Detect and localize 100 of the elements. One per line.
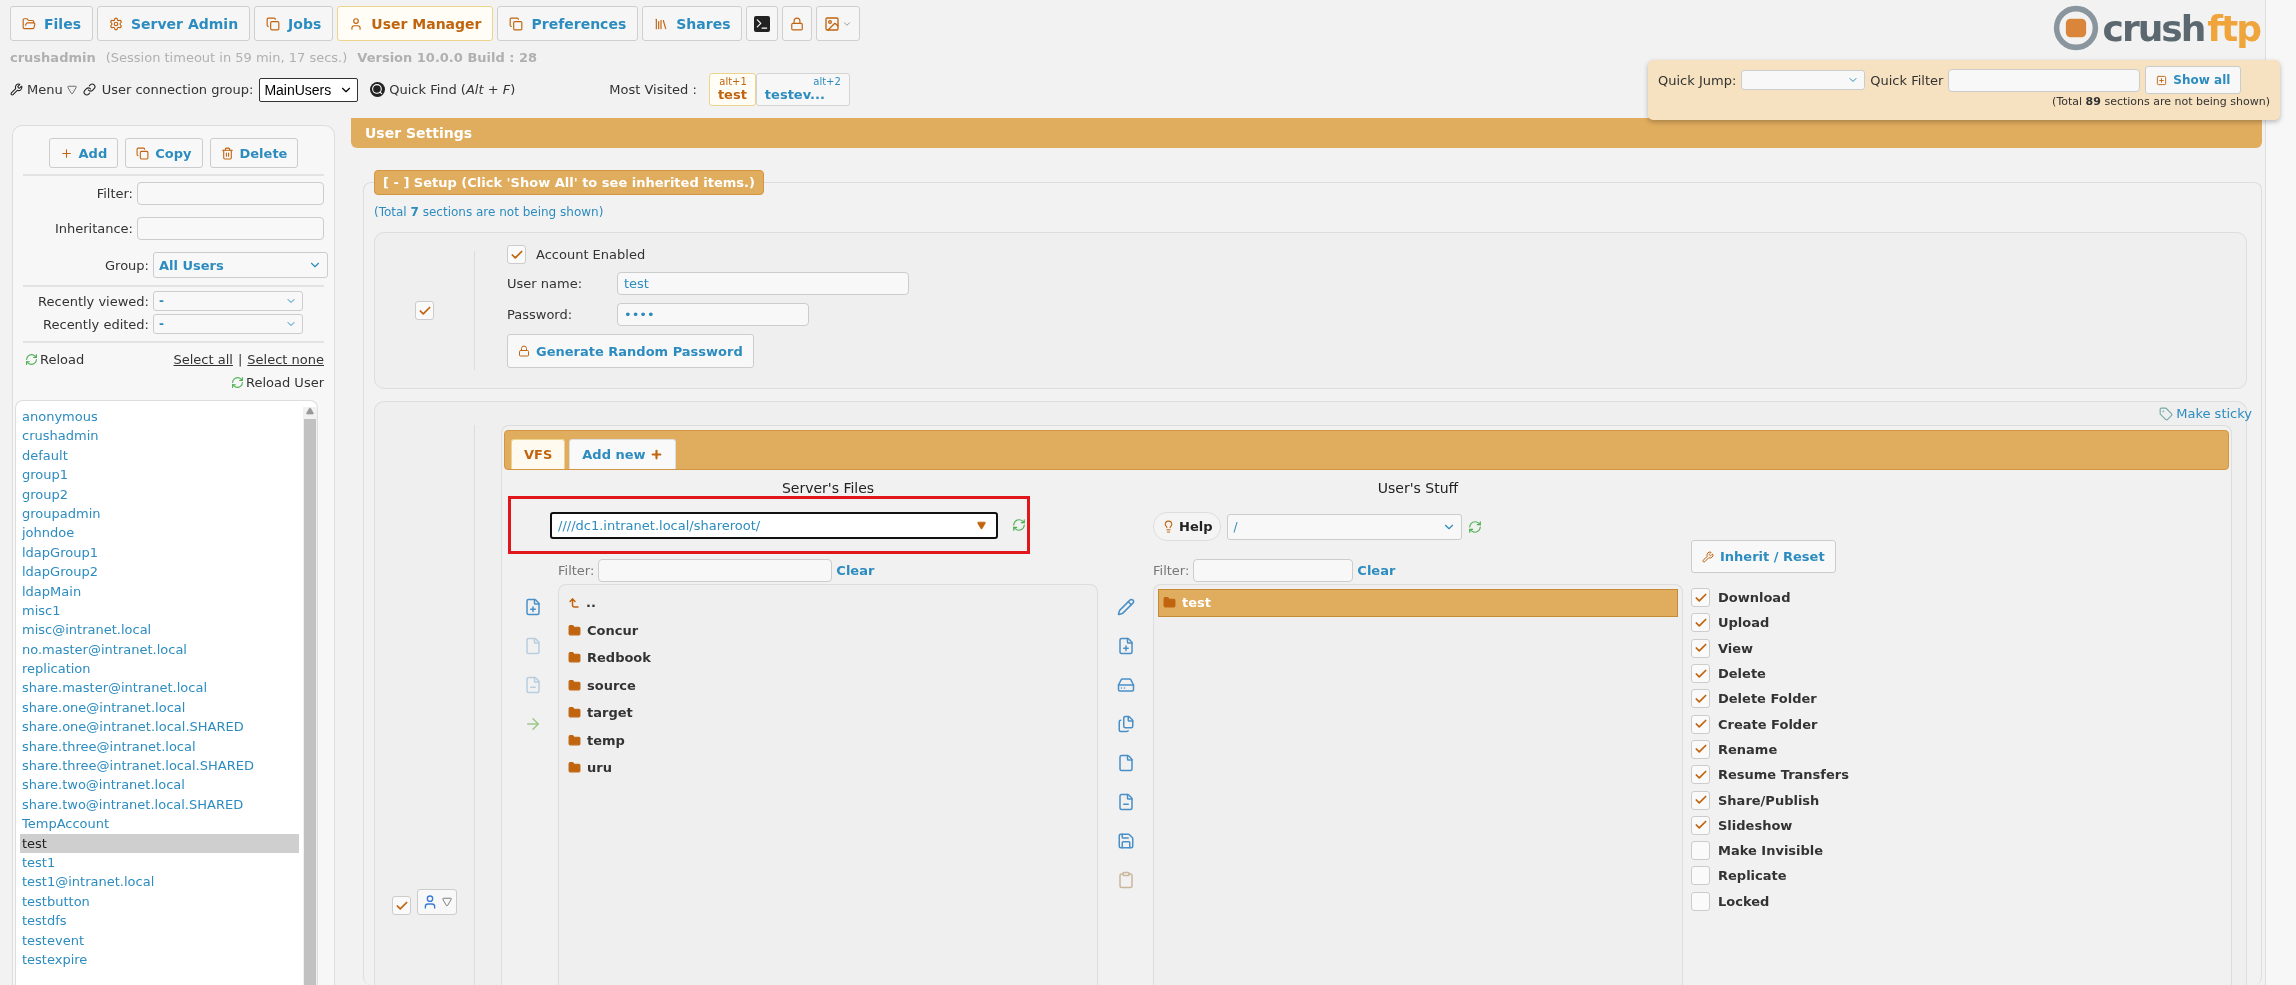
file-add-icon[interactable] (1116, 637, 1135, 655)
vfs-tab[interactable]: VFS (511, 439, 566, 469)
scrollbar-thumb[interactable] (304, 419, 316, 985)
nav-tab[interactable]: User Manager (337, 6, 494, 41)
permission-checkbox[interactable] (1691, 714, 1710, 734)
file-list-item[interactable]: Concur (563, 616, 1093, 644)
permission-checkbox[interactable] (1691, 739, 1710, 759)
clear-link[interactable]: Clear (1357, 562, 1396, 578)
quick-find-button[interactable]: Quick Find (Alt + F) (370, 82, 516, 97)
file-list-item[interactable]: Redbook (563, 644, 1093, 672)
user-list-item[interactable]: share.three@intranet.local.SHARED (20, 756, 299, 776)
section-checkbox[interactable] (415, 301, 434, 320)
select-none-link[interactable]: Select none (247, 352, 324, 367)
nav-tab[interactable]: Preferences (497, 6, 639, 41)
clipboard-icon[interactable] (1116, 871, 1135, 889)
setup-legend[interactable]: [ - ] Setup (Click 'Show All' to see inherited items.) (374, 170, 764, 195)
nav-tab[interactable]: Jobs (254, 6, 334, 41)
user-list-item[interactable]: group1 (20, 465, 299, 485)
permission-checkbox[interactable] (1691, 790, 1710, 810)
make-sticky-link[interactable]: Make sticky (2159, 406, 2252, 421)
file-list-item[interactable]: target (563, 699, 1093, 727)
user-list-item[interactable]: test1 (20, 853, 299, 873)
permission-checkbox[interactable] (1691, 613, 1710, 633)
file-list-item[interactable]: .. (563, 589, 1093, 617)
user-list-item[interactable]: share.two@intranet.local (20, 775, 299, 795)
permission-checkbox[interactable] (1691, 891, 1710, 911)
show-all-button[interactable]: Show all (2145, 66, 2242, 94)
user-list-item[interactable]: ldapGroup2 (20, 562, 299, 582)
user-list-item[interactable]: default (20, 445, 299, 466)
permission-checkbox[interactable] (1691, 638, 1710, 658)
recently-edited-select[interactable]: - (153, 314, 303, 334)
user-list-item[interactable]: testevent (20, 930, 299, 950)
user-list-item[interactable]: ldapMain (20, 581, 299, 601)
user-list-item[interactable]: group2 (20, 484, 299, 504)
user-list-item[interactable]: no.master@intranet.local (20, 639, 299, 660)
permission-checkbox[interactable] (1691, 841, 1710, 861)
recently-viewed-select[interactable]: - (153, 291, 303, 311)
clear-link[interactable]: Clear (836, 562, 875, 578)
nav-tab[interactable]: Files (10, 6, 93, 41)
file-icon[interactable] (1116, 754, 1135, 772)
most-visited-item[interactable]: alt+1 test (708, 73, 756, 106)
help-button[interactable]: Help (1153, 512, 1222, 541)
user-list-item[interactable]: crushadmin (20, 426, 299, 446)
file-remove-icon[interactable] (1116, 793, 1135, 811)
files-icon[interactable] (1116, 715, 1135, 733)
file-add-icon[interactable] (524, 598, 542, 616)
sidebar-button[interactable]: Delete (209, 138, 299, 168)
server-path-select[interactable]: ////dc1.intranet.local/shareroot/ (550, 511, 998, 539)
image-menu-button[interactable] (816, 6, 861, 41)
vfs-tab[interactable]: Add new (569, 439, 676, 469)
most-visited-item[interactable]: alt+2 testev... (755, 73, 850, 106)
permission-checkbox[interactable] (1691, 689, 1710, 709)
permission-checkbox[interactable] (1691, 866, 1710, 886)
permission-checkbox[interactable] (1691, 815, 1710, 835)
reload-button[interactable]: Reload (25, 352, 85, 367)
user-list-item[interactable]: groupadmin (20, 503, 299, 524)
file-list-item[interactable]: source (563, 671, 1093, 699)
arrow-right-icon[interactable] (524, 715, 542, 733)
user-list-item[interactable]: share.two@intranet.local.SHARED (20, 794, 299, 815)
user-list-item[interactable]: TempAccount (20, 814, 299, 834)
reload-user-button[interactable]: Reload User (231, 375, 324, 390)
connection-group-select[interactable]: MainUsers (259, 77, 359, 102)
pencil-icon[interactable] (1116, 598, 1135, 616)
user-type-dropdown[interactable] (417, 889, 457, 915)
user-list-item[interactable]: misc@intranet.local (20, 620, 299, 640)
file-list-item[interactable]: test (1158, 589, 1678, 617)
inherit-reset-button[interactable]: Inherit / Reset (1691, 540, 1836, 573)
user-list-item[interactable]: replication (20, 659, 299, 679)
terminal-button[interactable] (746, 6, 779, 41)
user-list-item[interactable]: testbutton (20, 891, 299, 912)
inheritance-field[interactable] (137, 217, 324, 240)
user-list-item[interactable]: ldapGroup1 (20, 542, 299, 563)
username-field[interactable]: test (617, 272, 909, 295)
drive-icon[interactable] (1116, 676, 1135, 694)
password-field[interactable]: •••• (617, 303, 809, 326)
account-enabled-checkbox[interactable] (507, 245, 526, 264)
section-checkbox[interactable] (392, 896, 411, 915)
select-all-link[interactable]: Select all (173, 352, 233, 367)
user-list-item[interactable]: share.three@intranet.local (20, 736, 299, 757)
filter-field[interactable] (1193, 558, 1354, 582)
sidebar-button[interactable]: Copy (125, 138, 203, 168)
scroll-up-icon[interactable] (306, 407, 314, 415)
permission-checkbox[interactable] (1691, 664, 1710, 684)
generate-password-button[interactable]: Generate Random Password (507, 334, 754, 368)
user-list-item[interactable]: share.one@intranet.local (20, 697, 299, 718)
user-list-item[interactable]: anonymous (20, 407, 299, 427)
permission-checkbox[interactable] (1691, 588, 1710, 608)
user-list-item[interactable]: test1@intranet.local (20, 872, 299, 892)
file-list-item[interactable]: uru (563, 754, 1093, 782)
nav-tab[interactable]: Server Admin (97, 6, 251, 41)
filter-field[interactable] (137, 182, 324, 205)
file-list-item[interactable]: temp (563, 726, 1093, 754)
menu-button[interactable]: Menu (10, 82, 77, 97)
user-list-item[interactable]: johndoe (20, 523, 299, 543)
nav-tab[interactable]: Shares (642, 6, 743, 41)
filter-field[interactable] (598, 558, 833, 582)
user-list-item[interactable]: misc1 (20, 600, 299, 621)
group-select[interactable]: All Users (153, 252, 328, 278)
sidebar-button[interactable]: Add (48, 138, 119, 168)
user-list-item[interactable]: share.master@intranet.local (20, 678, 299, 698)
